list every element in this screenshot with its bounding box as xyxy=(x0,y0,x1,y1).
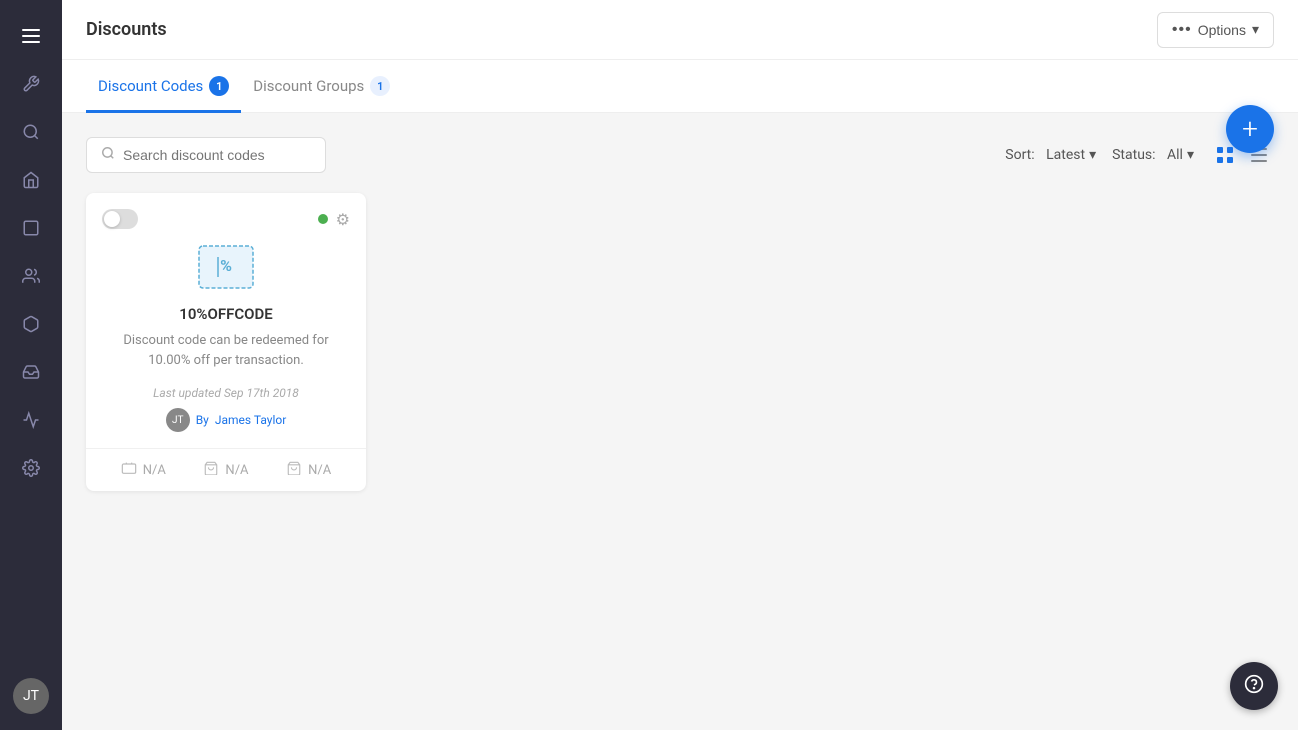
card-actions: ⚙ xyxy=(318,210,350,229)
tab-discount-codes-badge: 1 xyxy=(209,76,229,96)
svg-text:%: % xyxy=(220,256,232,275)
last-updated-label: Last updated xyxy=(153,386,221,400)
pages-icon[interactable] xyxy=(11,208,51,248)
sort-value: Latest xyxy=(1046,147,1085,163)
tab-discount-codes-label: Discount Codes xyxy=(98,77,203,95)
main-content: Discounts ••• Options ▾ Discount Codes 1… xyxy=(62,0,1298,730)
last-updated-date: Sep 17th 2018 xyxy=(224,386,299,400)
tools-icon[interactable] xyxy=(11,64,51,104)
card-last-updated: Last updated Sep 17th 2018 xyxy=(102,386,350,400)
card-header: ⚙ xyxy=(102,209,350,229)
sort-button[interactable]: Sort: Latest ▾ xyxy=(1005,147,1096,163)
card-discount-icon: % xyxy=(102,245,350,289)
page-header: Discounts ••• Options ▾ xyxy=(62,0,1298,60)
home-icon[interactable] xyxy=(11,160,51,200)
options-label: Options xyxy=(1198,22,1246,38)
card-body: ⚙ % 10%OFFCODE Discount code can be rede… xyxy=(86,193,366,448)
uses-icon xyxy=(121,461,137,479)
status-chevron-icon: ▾ xyxy=(1187,147,1194,163)
add-icon: + xyxy=(1242,115,1258,143)
people-icon[interactable] xyxy=(11,256,51,296)
status-button[interactable]: Status: All ▾ xyxy=(1112,147,1194,163)
author-by: By xyxy=(196,413,209,427)
help-button[interactable] xyxy=(1230,662,1278,710)
revenue-icon xyxy=(286,461,302,479)
search-icon[interactable] xyxy=(11,112,51,152)
author-avatar: JT xyxy=(166,408,190,432)
page-title: Discounts xyxy=(86,19,167,40)
tab-discount-codes[interactable]: Discount Codes 1 xyxy=(86,60,241,113)
add-button[interactable]: + xyxy=(1226,105,1274,153)
sort-chevron-icon: ▾ xyxy=(1089,147,1096,163)
orders-value: N/A xyxy=(225,463,248,478)
orders-icon xyxy=(203,461,219,479)
settings-gear-icon[interactable]: ⚙ xyxy=(336,210,350,229)
status-value: All xyxy=(1167,147,1183,163)
options-button[interactable]: ••• Options ▾ xyxy=(1157,12,1274,48)
card-author: JT By James Taylor xyxy=(102,408,350,432)
card-footer: N/A N/A xyxy=(86,448,366,491)
discount-code-card[interactable]: ⚙ % 10%OFFCODE Discount code can be rede… xyxy=(86,193,366,491)
inbox-icon[interactable] xyxy=(11,352,51,392)
card-title: 10%OFFCODE xyxy=(102,305,350,323)
tab-discount-groups-badge: 1 xyxy=(370,76,390,96)
search-box[interactable] xyxy=(86,137,326,173)
search-icon xyxy=(101,146,115,164)
tab-discount-groups-label: Discount Groups xyxy=(253,77,364,95)
card-stat-revenue: N/A xyxy=(286,461,331,479)
card-stat-orders: N/A xyxy=(203,461,248,479)
revenue-value: N/A xyxy=(308,463,331,478)
settings-icon[interactable] xyxy=(11,448,51,488)
card-stat-uses: N/A xyxy=(121,461,166,479)
status-label: Status: xyxy=(1112,147,1155,163)
cards-grid: ⚙ % 10%OFFCODE Discount code can be rede… xyxy=(86,193,1274,491)
card-description: Discount code can be redeemed for 10.00%… xyxy=(102,331,350,370)
status-active-dot xyxy=(318,214,328,224)
help-icon xyxy=(1244,674,1264,699)
user-avatar[interactable]: JT xyxy=(13,678,49,714)
uses-value: N/A xyxy=(143,463,166,478)
author-name[interactable]: James Taylor xyxy=(215,413,286,427)
toolbar: Sort: Latest ▾ Status: All ▾ xyxy=(86,137,1274,173)
tab-discount-groups[interactable]: Discount Groups 1 xyxy=(241,60,402,113)
options-chevron-icon: ▾ xyxy=(1252,21,1259,38)
box-icon[interactable] xyxy=(11,304,51,344)
analytics-icon[interactable] xyxy=(11,400,51,440)
active-toggle[interactable] xyxy=(102,209,138,229)
tabs-bar: Discount Codes 1 Discount Groups 1 xyxy=(62,60,1298,113)
options-dots-icon: ••• xyxy=(1172,21,1192,39)
search-input[interactable] xyxy=(123,147,311,163)
content-area: Sort: Latest ▾ Status: All ▾ xyxy=(62,113,1298,730)
sidebar: JT xyxy=(0,0,62,730)
menu-icon[interactable] xyxy=(11,16,51,56)
sort-label: Sort: xyxy=(1005,147,1034,163)
